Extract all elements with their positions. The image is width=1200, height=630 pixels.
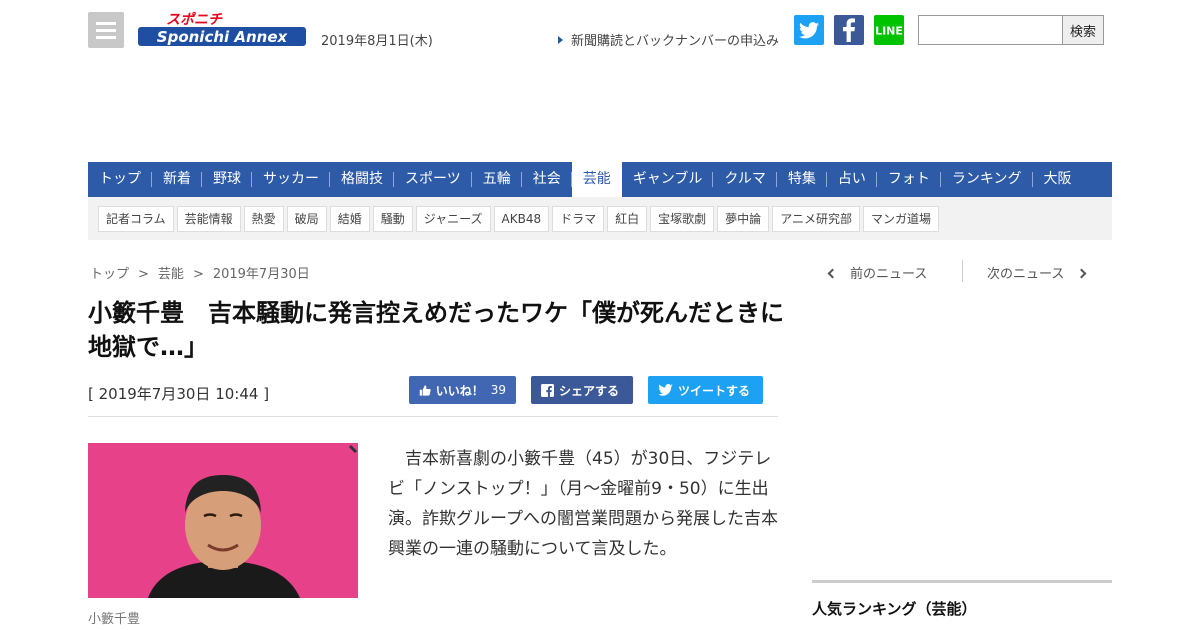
nav-item-soccer[interactable]: サッカー xyxy=(252,162,330,197)
like-label: いいね！ xyxy=(435,383,484,398)
subnav-item[interactable]: 芸能情報 xyxy=(176,206,241,232)
nav-item-fortune[interactable]: 占い xyxy=(827,162,877,197)
news-navigation: 前のニュース 次のニュース xyxy=(826,260,1106,282)
line-icon-text: LINE xyxy=(875,25,903,38)
breadcrumb: トップ > 芸能 >2019年7月30日 xyxy=(90,263,310,282)
twitter-icon xyxy=(799,21,819,38)
twitter-icon xyxy=(658,384,673,396)
tweet-label: ツイートする xyxy=(678,383,751,398)
sub-nav: 記者コラム 芸能情報 熱愛 破局 結婚 騒動 ジャニーズ AKB48 ドラマ 紅… xyxy=(88,197,1112,240)
nav-item-top[interactable]: トップ xyxy=(88,162,152,197)
chevron-right-icon xyxy=(1076,268,1087,279)
subscribe-link-label: 新聞購読とバックナンバーの申込み xyxy=(571,34,780,49)
subnav-item[interactable]: 破局 xyxy=(286,206,327,232)
nav-item-entertainment[interactable]: 芸能 xyxy=(571,162,622,197)
logo-bottom-text: Sponichi Annex xyxy=(157,28,289,46)
subscribe-link[interactable]: 新聞購読とバックナンバーの申込み xyxy=(558,30,779,49)
photo-illustration xyxy=(88,443,358,598)
nav-item-cars[interactable]: クルマ xyxy=(713,162,777,197)
tweet-button[interactable]: ツイートする xyxy=(648,376,763,404)
menu-bar xyxy=(96,29,116,32)
next-news-link[interactable]: 次のニュース xyxy=(987,263,1087,282)
nav-item-society[interactable]: 社会 xyxy=(522,162,572,197)
subnav-item[interactable]: AKB48 xyxy=(493,206,550,232)
divider xyxy=(962,260,963,282)
twitter-button[interactable] xyxy=(794,15,824,45)
breadcrumb-top[interactable]: トップ xyxy=(90,267,129,282)
subnav-item[interactable]: ジャニーズ xyxy=(415,206,491,232)
menu-bar xyxy=(96,22,116,25)
main-nav: トップ 新着 野球 サッカー 格闘技 スポーツ 五輪 社会 芸能 ギャンブル ク… xyxy=(88,162,1112,197)
subnav-item[interactable]: 紅白 xyxy=(607,206,648,232)
sponichi-annex-logo[interactable]: スポニチ Sponichi Annex xyxy=(136,10,308,50)
subnav-item[interactable]: 騒動 xyxy=(372,206,413,232)
prev-news-link[interactable]: 前のニュース xyxy=(826,263,927,282)
search-button[interactable]: 検索 xyxy=(1062,15,1104,45)
nav-item-photo[interactable]: フォト xyxy=(877,162,941,197)
article-photo[interactable] xyxy=(88,443,358,598)
facebook-share-button[interactable]: シェアする xyxy=(531,376,633,404)
subnav-item[interactable]: 宝塚歌劇 xyxy=(650,206,715,232)
search-input[interactable] xyxy=(918,15,1063,45)
subnav-item[interactable]: ドラマ xyxy=(552,206,605,232)
divider xyxy=(88,416,778,417)
nav-item-features[interactable]: 特集 xyxy=(777,162,827,197)
breadcrumb-separator: > xyxy=(192,267,204,282)
chevron-left-icon xyxy=(827,268,838,279)
subnav-item[interactable]: 熱愛 xyxy=(243,206,284,232)
line-icon: LINE xyxy=(875,25,903,38)
photo-caption: 小籔千豊 xyxy=(88,612,141,627)
facebook-icon xyxy=(541,383,554,397)
nav-item-fighting[interactable]: 格闘技 xyxy=(330,162,394,197)
nav-item-sports[interactable]: スポーツ xyxy=(394,162,472,197)
facebook-icon xyxy=(843,18,855,42)
subnav-item[interactable]: 結婚 xyxy=(329,206,370,232)
ranking-title: 人気ランキング（芸能） xyxy=(812,600,977,618)
subnav-item[interactable]: マンガ道場 xyxy=(862,206,939,232)
thumbs-up-icon xyxy=(419,384,431,396)
article-body: 吉本新喜劇の小籔千豊（45）が30日、フジテレビ「ノンストップ！」（月～金曜前9… xyxy=(388,449,778,559)
breadcrumb-separator: > xyxy=(138,267,149,282)
breadcrumb-entertainment[interactable]: 芸能 xyxy=(158,267,184,282)
nav-item-osaka[interactable]: 大阪 xyxy=(1033,162,1083,197)
logo-top-text: スポニチ xyxy=(166,11,223,28)
subnav-item[interactable]: 記者コラム xyxy=(98,206,174,232)
nav-item-new[interactable]: 新着 xyxy=(152,162,202,197)
nav-item-olympics[interactable]: 五輪 xyxy=(472,162,522,197)
breadcrumb-date[interactable]: 2019年7月30日 xyxy=(213,267,310,282)
nav-item-gamble[interactable]: ギャンブル xyxy=(622,162,714,197)
prev-news-label: 前のニュース xyxy=(850,267,928,282)
facebook-button[interactable] xyxy=(834,15,864,45)
share-label: シェアする xyxy=(559,383,620,398)
subnav-item[interactable]: 夢中論 xyxy=(717,206,770,232)
sidebar-divider xyxy=(812,580,1112,583)
subnav-item[interactable]: アニメ研究部 xyxy=(772,206,860,232)
nav-item-ranking[interactable]: ランキング xyxy=(941,162,1033,197)
line-button[interactable]: LINE xyxy=(874,15,904,45)
like-count: 39 xyxy=(490,383,506,397)
triangle-right-icon xyxy=(558,36,563,44)
next-news-label: 次のニュース xyxy=(987,267,1065,282)
like-button[interactable]: いいね！ 39 xyxy=(409,376,516,404)
nav-item-baseball[interactable]: 野球 xyxy=(202,162,252,197)
article-headline: 小籔千豊 吉本騒動に発言控えめだったワケ「僕が死んだときに地獄で…」 xyxy=(88,299,784,361)
header-date: 2019年8月1日(木) xyxy=(321,34,433,49)
hamburger-menu-button[interactable] xyxy=(88,12,124,48)
menu-bar xyxy=(96,36,116,39)
article-date: [ 2019年7月30日 10:44 ] xyxy=(88,385,270,403)
